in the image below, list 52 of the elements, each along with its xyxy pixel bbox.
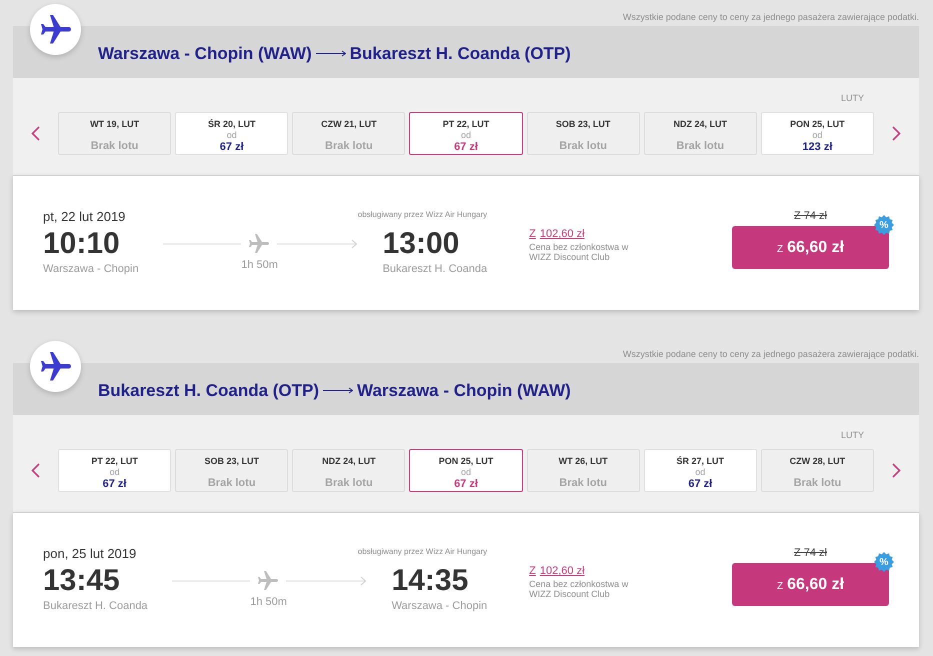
date-option[interactable]: PON 25, LUT od 123 zł <box>760 112 874 155</box>
chevron-left-icon <box>31 126 40 141</box>
month-label: LUTY <box>840 430 864 442</box>
arrival-airport: Warszawa - Chopin <box>392 599 488 614</box>
date-option[interactable]: CZW 21, LUT Brak lotu <box>292 112 406 155</box>
old-price: Z 74 zł <box>794 209 827 223</box>
date-option[interactable]: ŚR 20, LUT od 67 zł <box>175 112 288 155</box>
date-option[interactable]: WT 19, LUT Brak lotu <box>58 112 172 155</box>
chevron-left-icon <box>31 463 40 478</box>
regular-price-link[interactable]: Z 102,60 zł <box>529 227 644 241</box>
price-note: Wszystkie podane ceny to ceny za jednego pasażera zawierające podatki. <box>622 349 919 359</box>
airplane-icon <box>248 234 269 254</box>
departure-time: 13:45 <box>43 564 121 598</box>
date-option[interactable]: SOB 23, LUT Brak lotu <box>175 449 288 492</box>
flight-date: pon, 25 lut 2019 <box>43 546 138 562</box>
regular-price-note: Cena bez członkostwa w WIZZ Discount Club <box>529 242 630 262</box>
month-label: LUTY <box>840 93 864 105</box>
date-option[interactable]: PON 25, LUT od 67 zł <box>409 449 523 492</box>
price-note: Wszystkie podane ceny to ceny za jednego pasażera zawierające podatki. <box>622 12 919 22</box>
airplane-icon <box>258 571 278 591</box>
long-arrow-icon <box>323 387 354 394</box>
operator-text: obsługiwany przez Wizz Air Hungary <box>356 546 488 558</box>
airplane-icon <box>30 4 81 55</box>
departure-time: 10:10 <box>43 227 121 261</box>
arrival-time: 13:00 <box>382 227 460 261</box>
date-option[interactable]: SOB 23, LUT Brak lotu <box>526 112 640 155</box>
origin-airport: Bukareszt H. Coanda (OTP) <box>98 380 320 400</box>
arrival-time: 14:35 <box>392 564 470 598</box>
chevron-right-icon <box>892 463 901 478</box>
operator-text: obsługiwany przez Wizz Air Hungary <box>356 209 488 221</box>
duration-text: 1h 50m <box>250 595 287 609</box>
date-option[interactable]: WT 26, LUT Brak lotu <box>526 449 640 492</box>
flight-date: pt, 22 lut 2019 <box>43 209 126 225</box>
old-price: Z 74 zł <box>794 546 827 560</box>
arrival-airport: Bukareszt H. Coanda <box>382 262 488 277</box>
regular-price-link[interactable]: Z 102,60 zł <box>529 564 644 578</box>
departure-airport: Warszawa - Chopin <box>43 262 139 277</box>
date-option[interactable]: PT 22, LUT od 67 zł <box>409 112 523 155</box>
origin-airport: Warszawa - Chopin (WAW) <box>98 44 312 64</box>
duration-text: 1h 50m <box>241 258 278 272</box>
chevron-right-icon <box>892 126 901 141</box>
destination-airport: Bukareszt H. Coanda (OTP) <box>350 44 571 64</box>
date-option[interactable]: PT 22, LUT od 67 zł <box>58 449 172 492</box>
regular-price-note: Cena bez członkostwa w WIZZ Discount Club <box>529 579 630 599</box>
long-arrow-icon <box>316 50 346 57</box>
date-option[interactable]: NDZ 24, LUT Brak lotu <box>292 449 406 492</box>
date-option[interactable]: ŚR 27, LUT od 67 zł <box>644 449 757 492</box>
destination-airport: Warszawa - Chopin (WAW) <box>357 380 571 400</box>
departure-airport: Bukareszt H. Coanda <box>43 599 148 614</box>
date-option[interactable]: NDZ 24, LUT Brak lotu <box>644 112 757 155</box>
date-option[interactable]: CZW 28, LUT Brak lotu <box>760 449 874 492</box>
airplane-icon <box>30 341 81 392</box>
